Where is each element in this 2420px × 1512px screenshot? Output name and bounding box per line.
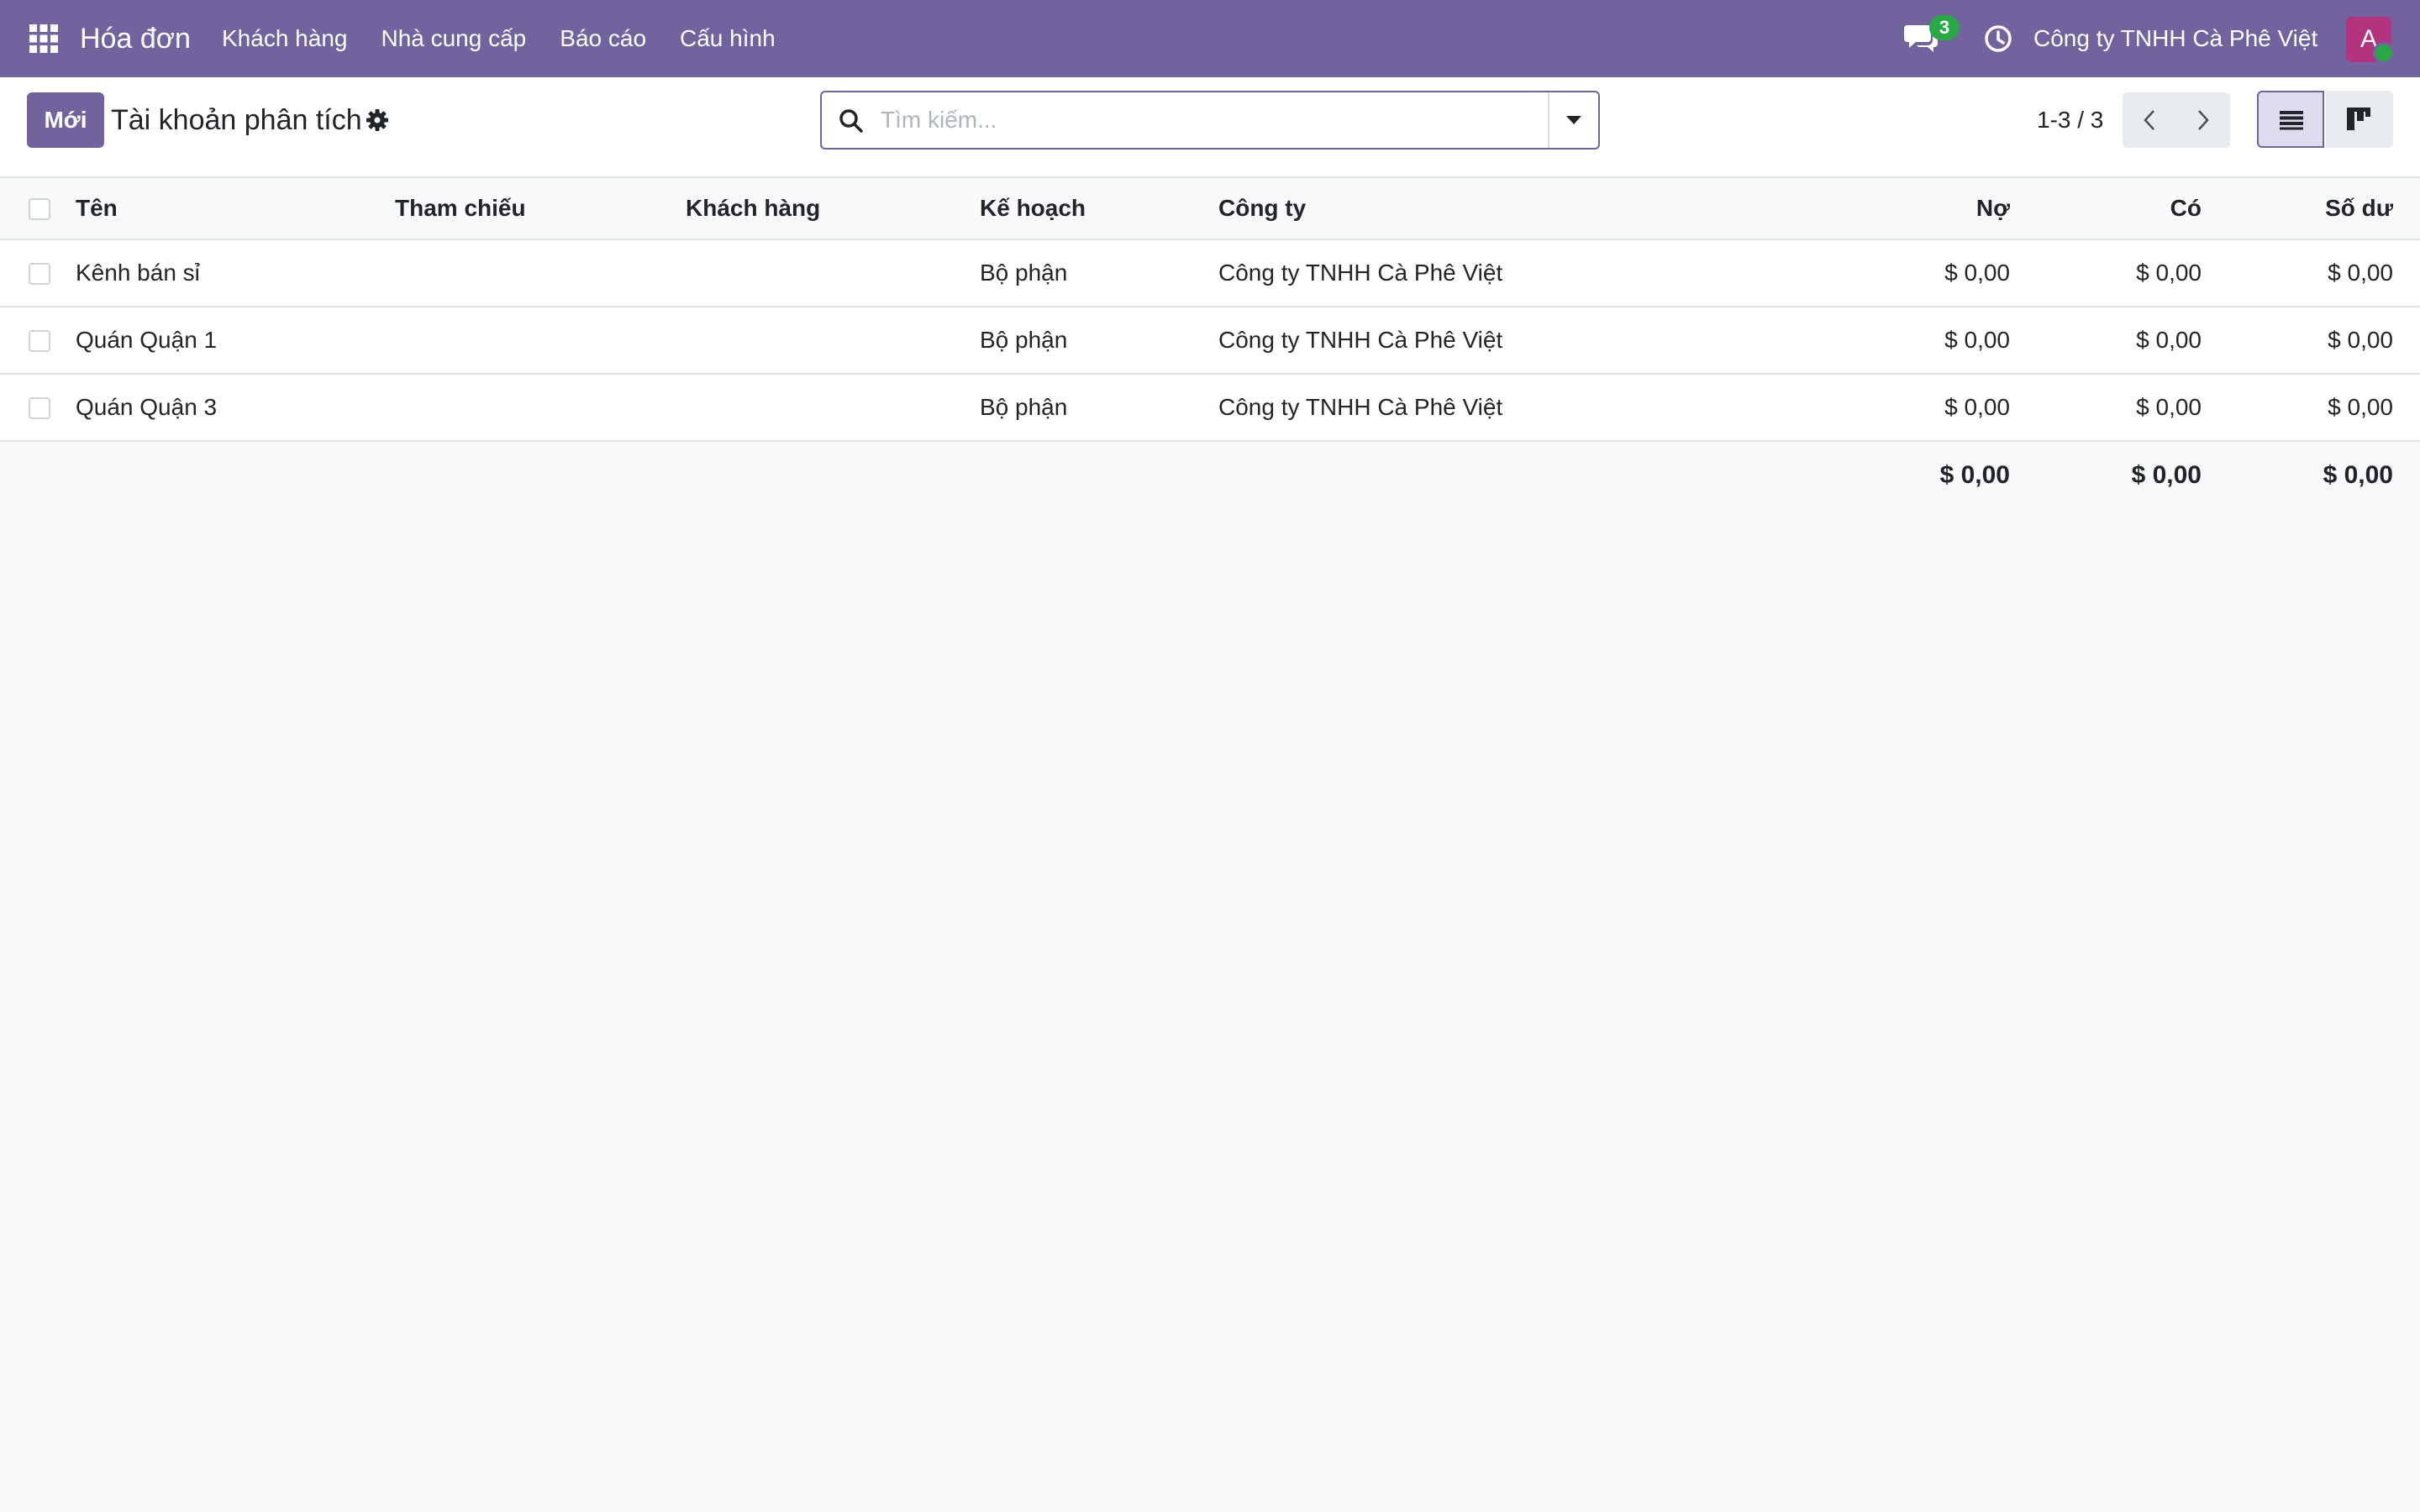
column-header-name[interactable]: Tên — [76, 178, 118, 239]
pager-next-button[interactable] — [2176, 92, 2230, 148]
table-row[interactable]: Quán Quận 3 Bộ phận Công ty TNHH Cà Phê … — [0, 375, 2420, 442]
chat-count-badge: 3 — [1929, 15, 1960, 40]
menu-item-configuration[interactable]: Cấu hình — [663, 0, 792, 77]
cell-credit: $ 0,00 — [2136, 327, 2202, 353]
pager-value[interactable]: 1-3 / 3 — [2037, 92, 2103, 148]
row-checkbox[interactable] — [29, 397, 50, 419]
clock-icon[interactable] — [1983, 24, 2013, 54]
chevron-left-icon — [2144, 110, 2154, 130]
cell-name: Quán Quận 1 — [76, 327, 218, 353]
main-menu: Khách hàng Nhà cung cấp Báo cáo Cấu hình — [205, 0, 792, 77]
kanban-view-button[interactable] — [2326, 91, 2393, 148]
column-header-customer[interactable]: Khách hàng — [686, 178, 820, 239]
cell-company: Công ty TNHH Cà Phê Việt — [1218, 394, 1503, 420]
cell-credit: $ 0,00 — [2136, 260, 2202, 286]
row-checkbox[interactable] — [29, 330, 50, 352]
apps-grid-icon[interactable] — [29, 24, 59, 54]
row-checkbox[interactable] — [29, 263, 50, 285]
cell-plan: Bộ phận — [980, 394, 1068, 420]
menu-item-customers[interactable]: Khách hàng — [205, 0, 364, 77]
total-credit: $ 0,00 — [2131, 461, 2202, 489]
cell-company: Công ty TNHH Cà Phê Việt — [1218, 260, 1503, 286]
cell-name: Kênh bán sỉ — [76, 260, 200, 286]
pager-previous-button[interactable] — [2123, 92, 2176, 148]
column-header-debit[interactable]: Nợ — [1849, 178, 2010, 239]
total-debit: $ 0,00 — [1939, 461, 2010, 489]
top-navbar: Hóa đơn Khách hàng Nhà cung cấp Báo cáo … — [0, 0, 2420, 77]
column-header-company[interactable]: Công ty — [1218, 178, 1306, 239]
total-balance: $ 0,00 — [2323, 461, 2393, 489]
chevron-right-icon — [2198, 110, 2209, 130]
table-totals-row: $ 0,00 $ 0,00 $ 0,00 — [0, 442, 2420, 509]
search-options-toggle[interactable] — [1548, 92, 1598, 148]
cell-credit: $ 0,00 — [2136, 394, 2202, 420]
cell-debit: $ 0,00 — [1944, 260, 2010, 286]
cell-plan: Bộ phận — [980, 327, 1068, 353]
control-panel: Mới Tài khoản phân tích Tìm kiếm... 1-3 … — [0, 77, 2420, 178]
cell-debit: $ 0,00 — [1944, 394, 2010, 420]
search-icon — [837, 107, 865, 135]
list-view-button[interactable] — [2257, 91, 2324, 148]
column-header-plan[interactable]: Kế hoạch — [980, 178, 1086, 239]
table-row[interactable]: Quán Quận 1 Bộ phận Công ty TNHH Cà Phê … — [0, 307, 2420, 375]
menu-item-reports[interactable]: Báo cáo — [543, 0, 663, 77]
table-row[interactable]: Kênh bán sỉ Bộ phận Công ty TNHH Cà Phê … — [0, 240, 2420, 307]
gear-icon[interactable] — [365, 108, 390, 133]
online-status-dot — [2373, 42, 2395, 64]
list-view-icon — [2280, 111, 2303, 130]
page-title: Tài khoản phân tích — [111, 104, 362, 136]
cell-plan: Bộ phận — [980, 260, 1068, 286]
column-header-reference[interactable]: Tham chiếu — [395, 178, 526, 239]
menu-item-vendors[interactable]: Nhà cung cấp — [364, 0, 543, 77]
new-button[interactable]: Mới — [27, 92, 104, 148]
column-header-balance[interactable]: Số dư — [2235, 178, 2393, 239]
column-header-credit[interactable]: Có — [2050, 178, 2202, 239]
caret-down-icon — [1566, 116, 1581, 124]
cell-name: Quán Quận 3 — [76, 394, 218, 420]
search-bar — [820, 91, 1600, 150]
search-input[interactable] — [881, 92, 1519, 148]
cell-debit: $ 0,00 — [1944, 327, 2010, 353]
cell-company: Công ty TNHH Cà Phê Việt — [1218, 327, 1503, 353]
company-switcher[interactable]: Công ty TNHH Cà Phê Việt — [2033, 0, 2317, 77]
table-header-row: Tên Tham chiếu Khách hàng Kế hoạch Công … — [0, 178, 2420, 240]
cell-balance: $ 0,00 — [2328, 327, 2393, 353]
cell-balance: $ 0,00 — [2328, 260, 2393, 286]
kanban-view-icon — [2347, 108, 2370, 130]
select-all-checkbox[interactable] — [29, 198, 50, 220]
cell-balance: $ 0,00 — [2328, 394, 2393, 420]
app-brand[interactable]: Hóa đơn — [80, 0, 191, 77]
